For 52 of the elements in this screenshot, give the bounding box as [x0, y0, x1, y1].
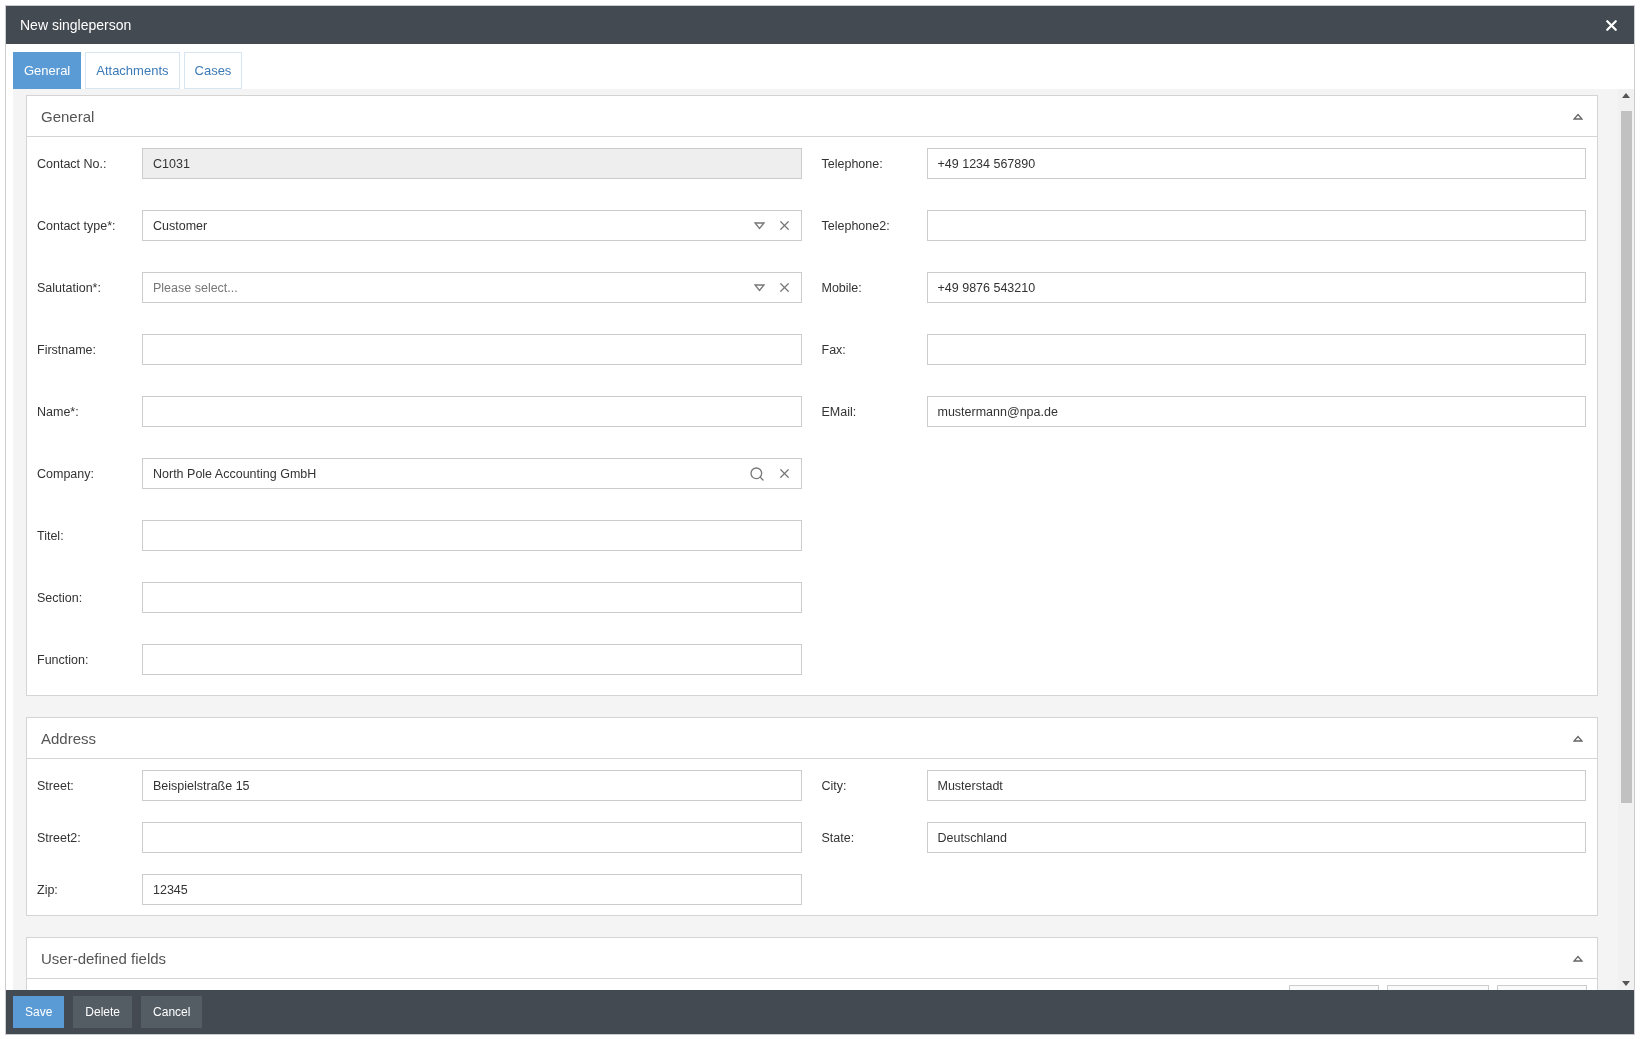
- field-label: Contact No.:: [37, 156, 108, 171]
- field-label: Zip:: [37, 882, 59, 897]
- field-label: Section:: [37, 590, 84, 605]
- window-title: New singleperson: [20, 17, 132, 33]
- input-field[interactable]: [142, 644, 802, 675]
- tab[interactable]: Attachments: [85, 52, 180, 89]
- field-label: Function:: [37, 652, 90, 667]
- input-field[interactable]: C1031: [142, 148, 802, 179]
- field-label: Fax:: [821, 342, 847, 357]
- input-field[interactable]: [142, 520, 802, 551]
- search-icon[interactable]: [748, 465, 765, 482]
- input-field[interactable]: [142, 334, 802, 365]
- input-field[interactable]: [926, 210, 1586, 241]
- field-label: Name*:: [37, 404, 80, 419]
- field-label: Street2:: [37, 830, 82, 845]
- field-label: Company:: [37, 466, 95, 481]
- field-label: Street:: [37, 778, 75, 793]
- input-field[interactable]: mustermann@npa.de: [926, 396, 1586, 427]
- input-field[interactable]: 12345: [142, 874, 802, 905]
- field-label: City:: [821, 778, 848, 793]
- input-field[interactable]: [926, 334, 1586, 365]
- input-field[interactable]: [142, 822, 802, 853]
- collapse-icon[interactable]: [1573, 954, 1583, 962]
- section-title: General: [41, 107, 95, 125]
- field-label: Contact type*:: [37, 218, 117, 233]
- dropdown-field[interactable]: Please select...: [142, 272, 802, 303]
- input-field[interactable]: +49 1234 567890: [926, 148, 1586, 179]
- collapse-icon[interactable]: [1573, 112, 1583, 120]
- field-label: Titel:: [37, 528, 65, 543]
- dropdown-field[interactable]: Customer: [142, 210, 802, 241]
- field-label: EMail:: [821, 404, 858, 419]
- collapse-icon[interactable]: [1573, 734, 1583, 742]
- input-field[interactable]: [142, 582, 802, 613]
- input-field[interactable]: Deutschland: [926, 822, 1586, 853]
- caret-icon[interactable]: [753, 221, 765, 230]
- input-field[interactable]: [142, 396, 802, 427]
- input-field[interactable]: Beispielstraße 15: [142, 770, 802, 801]
- field-label: Telephone:: [821, 156, 884, 171]
- caret-icon[interactable]: [753, 283, 765, 292]
- field-label: State:: [821, 830, 856, 845]
- lookup-field[interactable]: North Pole Accounting GmbH: [142, 458, 802, 489]
- tab[interactable]: Cases: [183, 52, 243, 89]
- field-label: Firstname:: [37, 342, 98, 357]
- field-label: Telephone2:: [821, 218, 891, 233]
- field-label: Salutation*:: [37, 280, 102, 295]
- input-field[interactable]: Musterstadt: [926, 770, 1586, 801]
- section-title: User-defined fields: [41, 949, 167, 967]
- input-field[interactable]: +49 9876 543210: [926, 272, 1586, 303]
- footer-button[interactable]: Delete: [73, 996, 133, 1028]
- field-label: Mobile:: [821, 280, 863, 295]
- footer-button[interactable]: Cancel: [141, 996, 203, 1028]
- section-title: Address: [41, 729, 97, 747]
